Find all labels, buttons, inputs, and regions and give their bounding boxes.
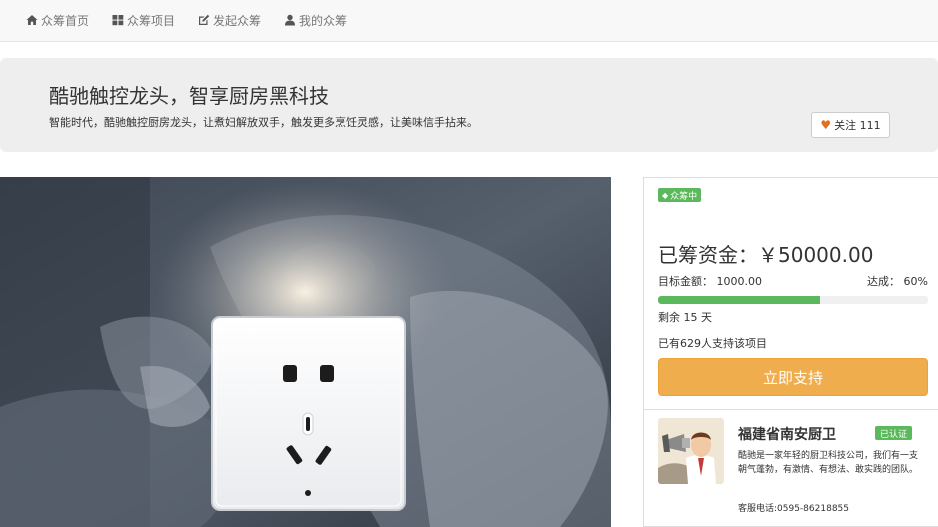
support-button[interactable]: 立即支持 <box>658 358 928 396</box>
heart-icon: ♥ <box>820 118 832 132</box>
raised-amount: 已筹资金：￥50000.00 <box>658 243 874 267</box>
days-remaining: 剩余 15 天 <box>658 311 712 324</box>
nav-item-mine[interactable]: 我的众筹 <box>284 12 347 28</box>
product-image <box>0 177 611 527</box>
status-badge: ◆ 众筹中 <box>658 188 702 202</box>
service-phone: 客服电话:0595-86218855 <box>738 504 849 514</box>
socket-photo <box>0 177 611 527</box>
project-hero: 酷驰触控龙头，智享厨房黑科技 智能时代，酷驰触控厨房龙头，让煮妇解放双手，触发更… <box>0 58 938 152</box>
target-amount: 目标金额： 1000.00 <box>658 275 762 288</box>
reach-percent: 达成： 60% <box>867 275 928 288</box>
company-description: 酷驰是一家年轻的厨卫科技公司，我们有一支朝气蓬勃，有激情、有想法、敢实践的团队。 <box>738 451 919 475</box>
nav-item-label: 众筹首页 <box>41 13 90 28</box>
project-title: 酷驰触控龙头，智享厨房黑科技 <box>49 84 329 108</box>
status-label: 众筹中 <box>670 191 698 202</box>
follow-button[interactable]: ♥ 关注 111 <box>811 112 890 138</box>
user-icon <box>284 14 296 26</box>
verified-badge: 已认证 <box>875 426 913 440</box>
nav-item-label: 我的众筹 <box>299 13 348 28</box>
nav-item-home[interactable]: 众筹首页 <box>26 12 89 28</box>
follow-label: 关注 111 <box>834 119 881 132</box>
nav-item-label: 众筹项目 <box>127 13 176 28</box>
nav-item-label: 发起众筹 <box>213 13 262 28</box>
nav-item-start[interactable]: 发起众筹 <box>198 12 261 28</box>
home-icon <box>26 14 38 26</box>
progress-bar <box>658 296 928 304</box>
company-name[interactable]: 福建省南安厨卫 <box>738 424 836 444</box>
megaphone-man-icon <box>658 418 724 484</box>
divider <box>644 409 938 410</box>
company-avatar[interactable] <box>658 418 724 484</box>
project-subtitle: 智能时代，酷驰触控厨房龙头，让煮妇解放双手，触发更多烹饪灵感，让美味信手拈来。 <box>49 116 478 129</box>
funding-panel: ◆ 众筹中 已筹资金：￥50000.00 目标金额： 1000.00 达成： 6… <box>643 177 938 527</box>
nav-item-projects[interactable]: 众筹项目 <box>112 12 175 28</box>
tag-icon: ◆ <box>662 190 669 200</box>
top-nav: 众筹首页 众筹项目 发起众筹 我的众筹 <box>0 0 938 42</box>
progress-fill <box>658 296 820 304</box>
supporters-count: 已有629人支持该项目 <box>658 337 767 350</box>
edit-icon <box>198 14 210 26</box>
grid-icon <box>112 14 124 26</box>
